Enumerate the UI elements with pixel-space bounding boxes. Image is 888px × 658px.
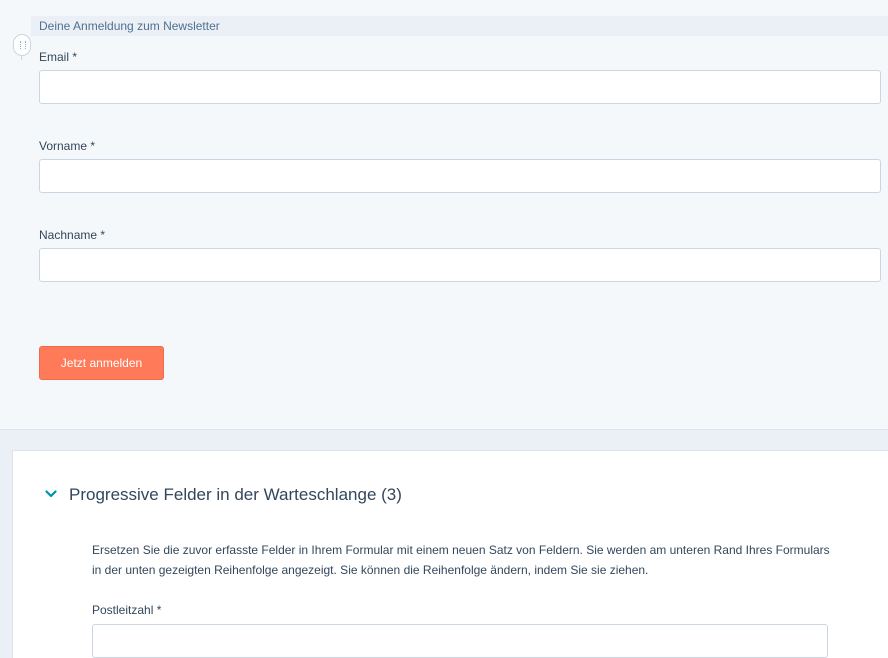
- postcode-field[interactable]: [92, 624, 828, 658]
- form-header-title: Deine Anmeldung zum Newsletter: [39, 19, 220, 33]
- panel-description: Ersetzen Sie die zuvor erfasste Felder i…: [92, 540, 832, 580]
- form-preview: Deine Anmeldung zum Newsletter Email * V…: [0, 0, 888, 430]
- lastname-label: Nachname *: [39, 228, 106, 242]
- firstname-label: Vorname *: [39, 139, 96, 153]
- panel-title[interactable]: Progressive Felder in der Warteschlange …: [69, 485, 402, 505]
- chevron-down-icon[interactable]: [45, 489, 57, 499]
- progressive-fields-panel: Progressive Felder in der Warteschlange …: [12, 450, 888, 658]
- drag-handle-icon[interactable]: [13, 34, 31, 56]
- drag-handle-connector: [21, 56, 22, 60]
- email-field[interactable]: [39, 70, 881, 104]
- postcode-label: Postleitzahl *: [92, 603, 162, 617]
- submit-button[interactable]: Jetzt anmelden: [39, 346, 164, 380]
- firstname-field[interactable]: [39, 159, 881, 193]
- panel-description-line-1: Ersetzen Sie die zuvor erfasste Felder i…: [92, 543, 830, 557]
- panel-description-line-2: in der unten gezeigten Reihenfolge angez…: [92, 563, 649, 577]
- lastname-field[interactable]: [39, 248, 881, 282]
- form-header: Deine Anmeldung zum Newsletter: [31, 16, 888, 36]
- email-label: Email *: [39, 50, 78, 64]
